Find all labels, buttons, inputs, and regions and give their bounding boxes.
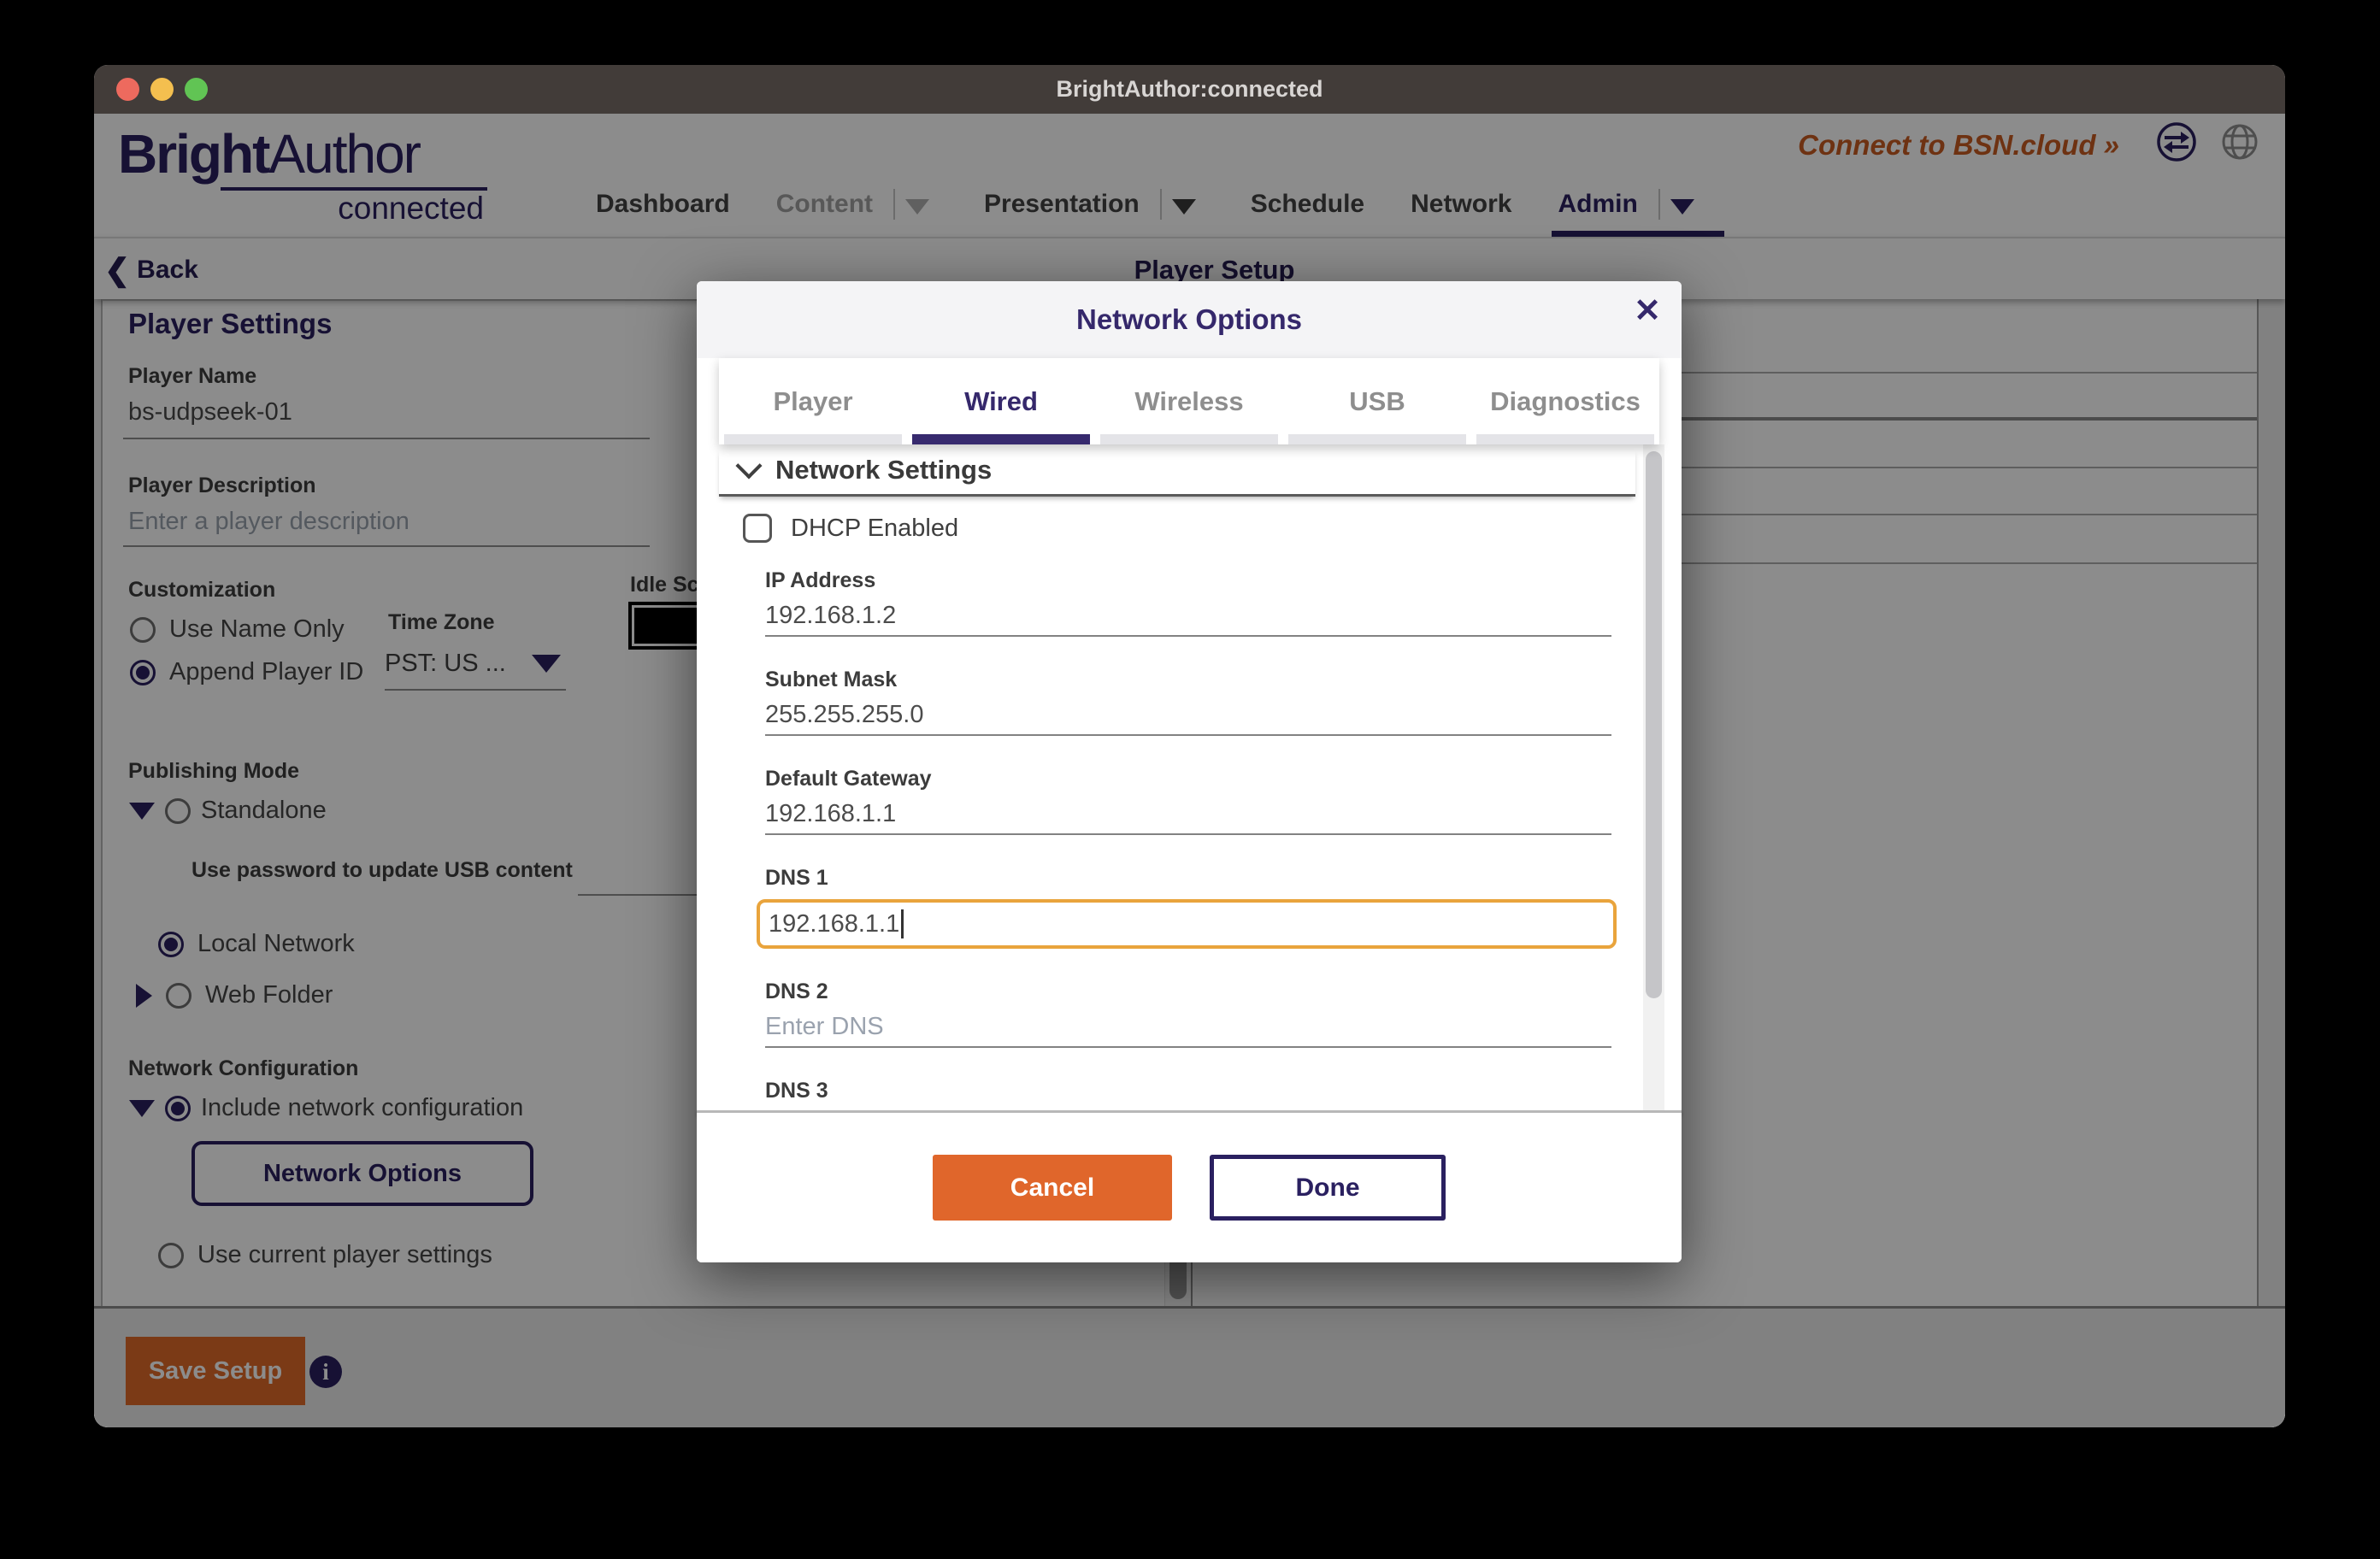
active-tab-underline [912, 434, 1090, 444]
subnet-mask-label: Subnet Mask [765, 668, 1611, 692]
subnet-mask-input[interactable]: 255.255.255.0 [765, 701, 1611, 736]
tab-diagnostics[interactable]: Diagnostics [1471, 358, 1659, 444]
tab-wired[interactable]: Wired [907, 358, 1095, 444]
modal-scrollbar[interactable] [1643, 444, 1664, 1110]
modal-footer: Cancel Done [697, 1113, 1682, 1262]
dns1-label: DNS 1 [765, 866, 1611, 891]
tab-underline [724, 434, 902, 444]
modal-body: Network Settings DHCP Enabled IP Address… [697, 444, 1682, 1110]
window-title: BrightAuthor:connected [94, 65, 2285, 114]
dns2-input[interactable]: Enter DNS [765, 1013, 1611, 1048]
close-icon[interactable]: ✕ [1634, 291, 1661, 330]
tab-player[interactable]: Player [719, 358, 907, 444]
macos-titlebar: BrightAuthor:connected [94, 65, 2285, 114]
default-gateway-label: Default Gateway [765, 767, 1611, 791]
ip-address-input[interactable]: 192.168.1.2 [765, 602, 1611, 637]
tab-underline [1100, 434, 1278, 444]
cancel-button[interactable]: Cancel [933, 1155, 1172, 1221]
app-window: BrightAuthor:connected BrightAuthor conn… [94, 65, 2285, 1427]
modal-header: Network Options ✕ [697, 281, 1682, 358]
checkbox-icon[interactable] [743, 514, 772, 543]
network-settings-fields: DHCP Enabled IP Address 192.168.1.2 Subn… [697, 497, 1682, 1110]
done-button[interactable]: Done [1210, 1155, 1446, 1221]
modal-scrollbar-thumb[interactable] [1646, 451, 1662, 998]
modal-title: Network Options [697, 281, 1682, 358]
default-gateway-input[interactable]: 192.168.1.1 [765, 800, 1611, 835]
modal-tabs: Player Wired Wireless USB Diagnostics [719, 358, 1659, 444]
network-settings-section-header[interactable]: Network Settings [719, 450, 1635, 497]
tab-usb[interactable]: USB [1283, 358, 1471, 444]
tab-underline [1288, 434, 1466, 444]
chevron-down-icon [735, 452, 762, 479]
ip-address-label: IP Address [765, 568, 1611, 593]
dns3-label: DNS 3 [765, 1079, 1611, 1103]
network-options-modal: Network Options ✕ Player Wired Wireless … [697, 281, 1682, 1262]
dhcp-enabled-row[interactable]: DHCP Enabled [743, 514, 1611, 543]
text-cursor [901, 909, 904, 938]
dns2-label: DNS 2 [765, 980, 1611, 1004]
tab-underline [1476, 434, 1654, 444]
tab-wireless[interactable]: Wireless [1095, 358, 1283, 444]
dns1-input-focused[interactable]: 192.168.1.1 [757, 899, 1617, 949]
